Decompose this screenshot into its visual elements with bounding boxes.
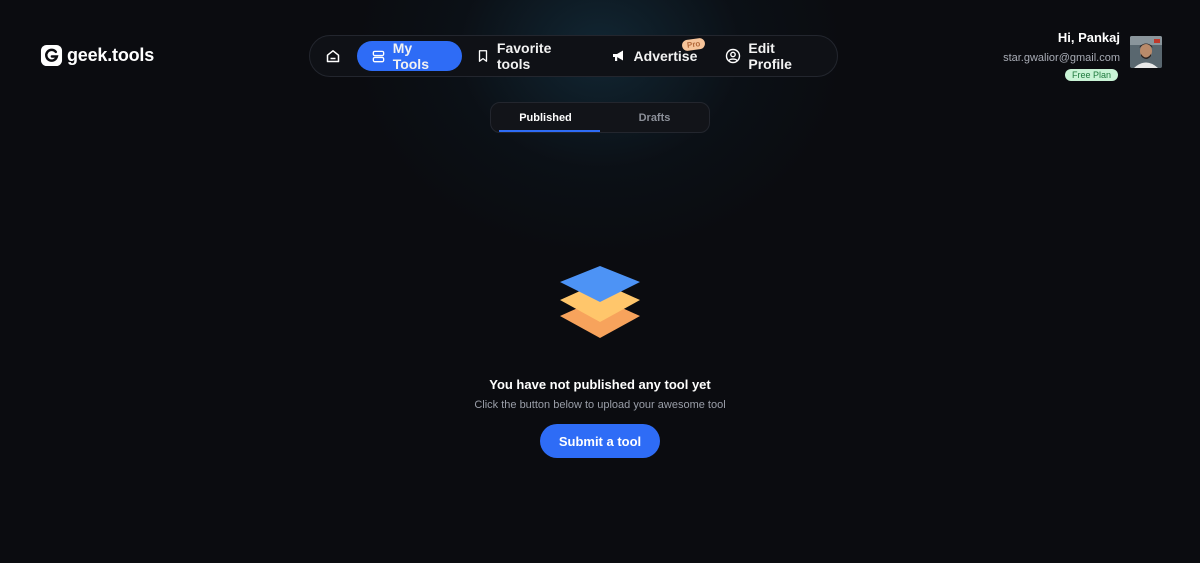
user-info: Hi, Pankaj star.gwalior@gmail.com Free P… [1003, 30, 1120, 81]
megaphone-icon [612, 50, 623, 61]
user-circle-icon [726, 48, 741, 64]
empty-state-title: You have not published any tool yet [489, 377, 711, 392]
user-email: star.gwalior@gmail.com [1003, 52, 1120, 64]
avatar[interactable] [1130, 36, 1162, 68]
user-greeting: Hi, Pankaj [1057, 30, 1120, 45]
nav-favorite-tools[interactable]: Favorite tools [462, 40, 597, 72]
nav-advertise[interactable]: Advertise Pro [597, 37, 712, 71]
brand-name: geek.tools [67, 45, 155, 65]
pro-badge: Pro [681, 37, 707, 52]
nav-favorite-tools-label: Favorite tools [496, 40, 552, 72]
main-nav: My Tools Favorite tools Advertise Pro Ed… [309, 35, 838, 77]
user-menu[interactable]: Hi, Pankaj star.gwalior@gmail.com Free P… [1003, 30, 1162, 81]
brand-logo[interactable]: geek.tools [40, 44, 154, 67]
tab-published[interactable]: Published [491, 103, 600, 132]
empty-state-subtitle: Click the button below to upload your aw… [474, 399, 726, 411]
nav-edit-profile[interactable]: Edit Profile [711, 40, 831, 72]
nav-my-tools[interactable]: My Tools [356, 40, 462, 72]
nav-my-tools-label: My Tools [392, 40, 429, 72]
stack-icon [372, 50, 384, 62]
nav-home-button[interactable] [322, 44, 345, 68]
empty-state: You have not published any tool yet Clic… [0, 262, 1200, 458]
bookmark-icon [478, 50, 488, 62]
logo-icon [40, 44, 63, 67]
layers-icon [560, 266, 640, 338]
avatar-image [1130, 36, 1162, 68]
nav-edit-profile-label: Edit Profile [748, 40, 792, 72]
plan-badge: Free Plan [1064, 69, 1118, 81]
tab-drafts[interactable]: Drafts [600, 103, 709, 132]
publish-status-tabs: Published Drafts [490, 102, 710, 133]
submit-tool-button[interactable]: Submit a tool [540, 424, 660, 458]
home-icon [327, 50, 340, 63]
